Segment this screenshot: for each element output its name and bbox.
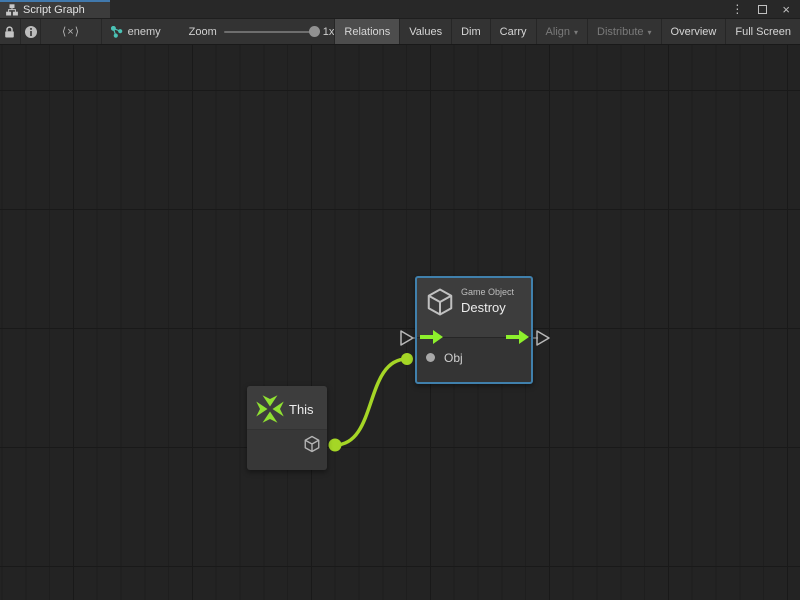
- node-title: This: [289, 402, 314, 417]
- connections-overlay: [0, 45, 800, 600]
- control-flow-in-arrow-icon[interactable]: [420, 329, 444, 345]
- node-title: Destroy: [461, 300, 514, 315]
- connection-end-dot[interactable]: [401, 353, 413, 365]
- control-flow-out-arrow-icon[interactable]: [506, 329, 530, 345]
- code-icon: ⟨×⟩: [62, 25, 80, 38]
- tab-title: Script Graph: [23, 4, 85, 16]
- distribute-dropdown-button: Distribute ▾: [587, 19, 660, 44]
- dim-button[interactable]: Dim: [451, 19, 490, 44]
- control-output-triangle-port[interactable]: [537, 331, 549, 345]
- inspect-button[interactable]: [21, 19, 42, 44]
- obj-value-port[interactable]: [426, 353, 435, 362]
- window-menu-icon[interactable]: ⋮: [731, 3, 743, 15]
- lock-icon: [3, 25, 16, 39]
- game-object-cube-icon: [425, 287, 455, 317]
- node-this[interactable]: This: [247, 386, 327, 470]
- zoom-label: Zoom: [189, 26, 217, 38]
- relations-button[interactable]: Relations: [334, 19, 399, 44]
- chevron-down-icon: ▾: [648, 28, 652, 37]
- game-object-cube-port[interactable]: [303, 435, 321, 453]
- carry-button[interactable]: Carry: [490, 19, 536, 44]
- node-titles: Game Object Destroy: [461, 287, 514, 315]
- zoom-slider-handle[interactable]: [309, 26, 320, 37]
- code-view-button[interactable]: ⟨×⟩: [41, 19, 101, 44]
- zoom-value: 1x: [323, 26, 335, 38]
- maximize-icon[interactable]: [758, 5, 767, 14]
- title-bar: Script Graph ⋮ ×: [0, 0, 800, 19]
- zoom-control: Zoom 1x: [189, 19, 335, 44]
- obj-port-label: Obj: [444, 351, 463, 365]
- node-subtitle: Game Object: [461, 287, 514, 297]
- toolbar-buttons: Relations Values Dim Carry Align ▾ Distr…: [334, 19, 800, 44]
- lock-button[interactable]: [0, 19, 21, 44]
- breadcrumb[interactable]: enemy: [111, 19, 161, 44]
- align-dropdown-button: Align ▾: [536, 19, 587, 44]
- node-divider: [247, 429, 327, 430]
- this-crosshair-icon: [255, 394, 285, 424]
- connection-wire[interactable]: [335, 359, 407, 445]
- close-icon[interactable]: ×: [782, 3, 790, 16]
- overview-button[interactable]: Overview: [661, 19, 726, 44]
- graph-nodes-icon: [111, 26, 123, 38]
- node-destroy[interactable]: Game Object Destroy Obj: [415, 276, 533, 384]
- zoom-slider[interactable]: [224, 31, 316, 33]
- chevron-down-icon: ▾: [574, 28, 578, 37]
- breadcrumb-graph-name: enemy: [128, 26, 161, 38]
- values-button[interactable]: Values: [399, 19, 451, 44]
- graph-canvas[interactable]: This Game Object Destroy Obj: [0, 45, 800, 600]
- graph-hierarchy-icon: [6, 4, 18, 16]
- graph-toolbar: ⟨×⟩ enemy Zoom 1x Relations Values Dim C…: [0, 19, 800, 45]
- tab-script-graph[interactable]: Script Graph: [0, 0, 110, 18]
- info-icon: [24, 25, 38, 39]
- connection-start-dot[interactable]: [329, 439, 342, 452]
- full-screen-button[interactable]: Full Screen: [725, 19, 800, 44]
- window-controls: ⋮ ×: [731, 0, 800, 18]
